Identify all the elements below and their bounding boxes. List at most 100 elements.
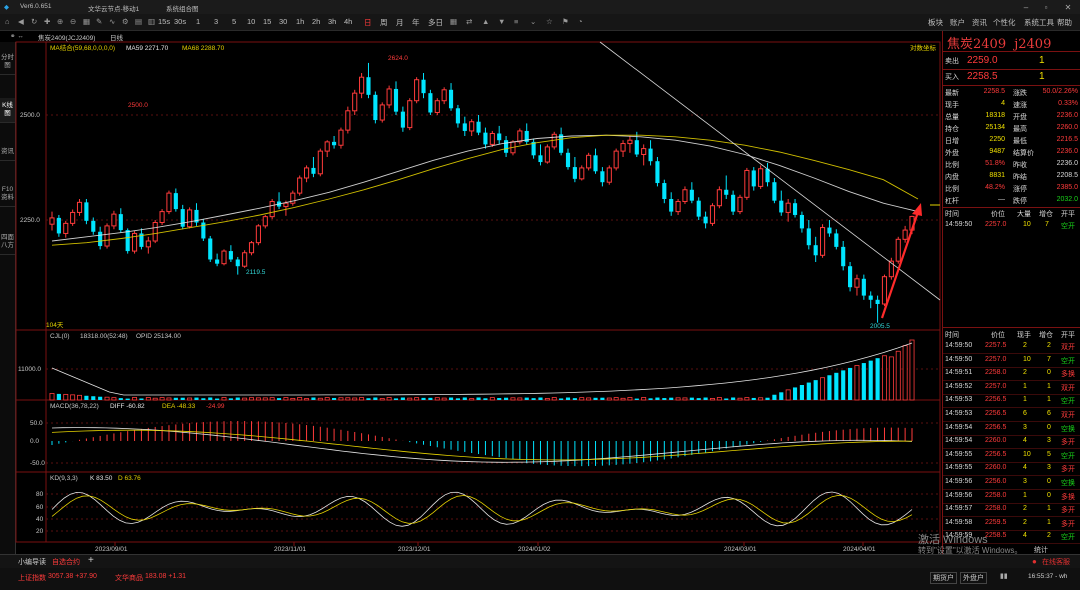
online-support-button[interactable]: 在线客服 — [1042, 557, 1070, 567]
candle-down — [724, 189, 729, 195]
bottom-tabs: 小编导读 自选合约 + 统计 ● 在线客服 — [0, 547, 1080, 568]
candle-up — [76, 201, 83, 213]
candle-up — [881, 276, 888, 305]
tick-oi: 5 — [1047, 450, 1051, 458]
candle-down — [393, 88, 399, 112]
vol-label: CJL(0) — [50, 333, 70, 340]
tick-price: 2258.0 — [985, 505, 1007, 513]
foreign-account-button[interactable]: 外盘户 — [960, 572, 987, 584]
candle-down — [813, 245, 818, 256]
tab-editor-guide[interactable]: 小编导读 — [18, 557, 46, 567]
quote-label: 持仓 — [945, 126, 959, 133]
volume-bar-down — [806, 382, 811, 400]
candle-up — [407, 100, 413, 129]
volume-bar-up — [586, 397, 592, 401]
candle-down — [476, 121, 481, 133]
tick-oi: 2 — [1047, 532, 1051, 540]
ma-line-ma68 — [51, 134, 919, 246]
tick-row[interactable]: 14:59:55 2260.0 4 3 多开 — [943, 463, 1080, 475]
volume-bar-up — [902, 345, 908, 401]
tick-row[interactable]: 14:59:55 2256.5 10 5 空开 — [943, 450, 1080, 462]
macd-diff-line — [51, 427, 913, 463]
candle-up — [716, 189, 722, 207]
tick-time: 14:59:54 — [945, 437, 973, 445]
x-axis-label: 2023/12/01 — [398, 546, 431, 553]
volume-bar-down — [139, 398, 144, 400]
tab-watchlist[interactable]: 自选合约 — [52, 557, 80, 567]
quote-row: 比例 51.8% 昨收 2236.0 — [943, 159, 1080, 171]
add-tab-button[interactable]: + — [88, 555, 94, 566]
col-vol: 现手 — [1017, 332, 1031, 339]
x-axis-label: 2024/01/02 — [518, 546, 551, 553]
candle-up — [166, 192, 172, 213]
tick-row[interactable]: 14:59:52 2257.0 1 1 双开 — [943, 382, 1080, 394]
quote-label: 开盘 — [1013, 114, 1027, 121]
quote-value: 2260.0 — [1056, 124, 1078, 131]
volume-bar-up — [785, 389, 791, 401]
volume-bar-down — [393, 398, 399, 400]
network-icon: ▮▮ — [1000, 573, 1008, 580]
top-tick-row: 14:59:50 2257.0 10 7 空开 — [943, 220, 1080, 232]
tick-row[interactable]: 14:59:53 2256.5 1 1 空开 — [943, 395, 1080, 407]
volume-bar-down — [448, 397, 454, 400]
volume-bar-up — [49, 393, 55, 401]
tick-row[interactable]: 14:59:56 2258.0 1 0 多换 — [943, 491, 1080, 503]
tick-type: 多开 — [1061, 466, 1075, 474]
price-axis-label: 2250.0 — [20, 217, 40, 224]
volume-bar-down — [648, 398, 653, 400]
candle-up — [902, 229, 908, 240]
volume-bar-down — [201, 398, 206, 400]
candle-down — [634, 140, 639, 155]
tick-row[interactable]: 14:59:50 2257.0 10 7 空开 — [943, 355, 1080, 367]
candle-up — [620, 143, 626, 152]
vol-value: 18318.00(52:48) — [80, 333, 128, 340]
volume-bar-up — [682, 397, 688, 401]
tick-time: 14:59:54 — [945, 423, 973, 431]
tick-row[interactable]: 14:59:57 2258.0 2 1 多开 — [943, 504, 1080, 516]
summary-button[interactable]: 统计 — [1034, 545, 1048, 555]
candle-up — [489, 132, 495, 145]
chart-area[interactable]: 2500.02250.0MA结合(59,68,0,0,0,0) MA59 2271… — [0, 0, 1080, 590]
tick-price: 2256.5 — [985, 396, 1007, 404]
buy-row[interactable]: 买入 2258.5 1 — [943, 70, 1080, 84]
tick-price: 2257.5 — [985, 342, 1007, 349]
kd-axis-label: 20 — [36, 528, 44, 535]
volume-bar-down — [455, 398, 460, 400]
tick-row[interactable]: 14:59:51 2258.0 2 0 多换 — [943, 368, 1080, 380]
volume-bar-up — [620, 397, 626, 401]
tick-row[interactable]: 14:59:53 2256.5 6 6 双开 — [943, 409, 1080, 421]
sell-row[interactable]: 卖出 2259.0 1 — [943, 54, 1080, 68]
arrow-head-icon — [912, 203, 922, 216]
volume-bar-up — [111, 397, 117, 401]
tick-time: 14:59:55 — [945, 450, 973, 458]
tick-row[interactable]: 14:59:54 2260.0 4 3 多开 — [943, 436, 1080, 448]
quote-value: 4 — [1001, 100, 1005, 107]
index2-label: 文华商品 — [115, 575, 143, 582]
volume-bar-down — [332, 397, 337, 400]
pane-frames — [15, 41, 941, 543]
volume-bar-down — [751, 397, 756, 400]
support-icon[interactable]: ● — [1032, 557, 1037, 566]
col-type: 开平 — [1061, 332, 1075, 339]
tick-row[interactable]: 14:59:50 2257.5 2 2 双开 — [943, 341, 1080, 353]
volume-bar-up — [434, 397, 440, 401]
quote-value: 2032.0 — [1056, 196, 1078, 203]
quote-label: 涨跌 — [1013, 90, 1027, 97]
futures-account-button[interactable]: 期货户 — [930, 572, 957, 584]
candle-up — [303, 167, 310, 179]
tick-time: 14:59:50 — [945, 221, 973, 228]
tick-row[interactable]: 14:59:54 2256.5 3 0 空换 — [943, 423, 1080, 435]
volume-bar-up — [544, 398, 550, 401]
volume-bar-up — [152, 397, 158, 401]
tick-type: 双开 — [1061, 412, 1075, 419]
sell-qty: 1 — [1039, 55, 1045, 66]
tick-row[interactable]: 14:59:56 2256.0 3 0 空换 — [943, 477, 1080, 489]
volume-bar-down — [276, 398, 282, 400]
tick-price: 2256.5 — [985, 423, 1007, 431]
kd-k: K 83.50 — [90, 475, 113, 482]
x-axis-label: 2023/09/01 — [95, 546, 128, 553]
candle-up — [111, 213, 117, 227]
tick-row[interactable]: 14:59:58 2259.5 2 1 多开 — [943, 518, 1080, 530]
candle-down — [772, 182, 777, 201]
x-axis-label: 2024/03/01 — [724, 546, 757, 553]
